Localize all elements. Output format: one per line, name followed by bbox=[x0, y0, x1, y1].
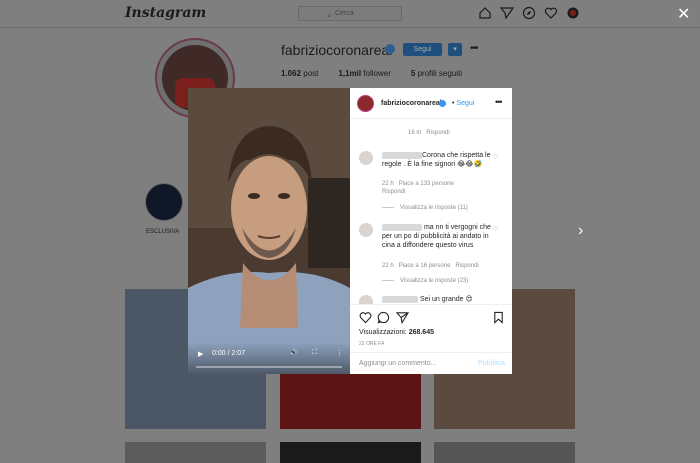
post-options-icon[interactable]: ••• bbox=[495, 97, 503, 107]
reply-link[interactable]: Rispondi bbox=[426, 130, 449, 136]
following-count[interactable]: 5 profili seguiti bbox=[411, 69, 462, 78]
reply-link[interactable]: Rispondi bbox=[455, 263, 478, 269]
profile-suggestions-button[interactable]: ▾ bbox=[448, 43, 462, 56]
next-post-arrow-icon[interactable]: › bbox=[578, 222, 583, 240]
story-highlight-label: ESCLUSIVA bbox=[146, 229, 180, 235]
grid-post-6[interactable] bbox=[434, 442, 575, 463]
profile-icon[interactable] bbox=[566, 6, 580, 20]
explore-icon[interactable] bbox=[522, 6, 536, 20]
story-highlight[interactable] bbox=[145, 183, 183, 221]
comments-list: 16 m Rispondi Corona che rispetta le reg… bbox=[350, 119, 512, 304]
video-more-icon[interactable]: ⋮ bbox=[336, 349, 343, 357]
followers-count[interactable]: 1,1mil follower bbox=[338, 69, 391, 78]
comment-like-icon[interactable]: ♡ bbox=[492, 225, 498, 233]
comment-meta: 22 h Piace a 133 persone bbox=[382, 181, 454, 187]
save-icon[interactable] bbox=[492, 311, 505, 324]
activity-icon[interactable] bbox=[544, 6, 558, 20]
nav-icons bbox=[478, 6, 580, 20]
post-follow-button[interactable]: • Segui bbox=[452, 100, 474, 107]
view-replies-link[interactable]: Visualizza le risposte (23) bbox=[382, 278, 468, 284]
video-time: 0:00 / 2:07 bbox=[212, 350, 246, 357]
comment-text: Sei un grande 😍 bbox=[382, 295, 497, 304]
comment-form: Pubblica bbox=[350, 352, 512, 375]
grid-post-5[interactable] bbox=[280, 442, 421, 463]
posts-count: 1.062 post bbox=[281, 69, 319, 78]
comment-like-icon[interactable]: ♡ bbox=[492, 153, 498, 161]
comment-input[interactable] bbox=[359, 360, 469, 367]
comment-meta: 22 h Piace a 16 persone Rispondi bbox=[382, 263, 479, 269]
grid-post-4[interactable] bbox=[125, 442, 266, 463]
profile-more-icon[interactable]: ••• bbox=[470, 43, 478, 54]
like-icon[interactable] bbox=[359, 311, 372, 324]
comment-avatar[interactable] bbox=[359, 295, 373, 304]
video-controls: ▶ 0:00 / 2:07 🔊 ⛶ ⋮ bbox=[188, 342, 350, 374]
fullscreen-icon[interactable]: ⛶ bbox=[312, 349, 317, 357]
view-replies-link[interactable]: Visualizza le risposte (11) bbox=[382, 205, 468, 211]
blurred-username bbox=[382, 151, 422, 159]
comment-text: ma nn ti vergogni che per un po di pubbl… bbox=[382, 223, 491, 249]
top-navigation-bar: Instagram ⌕ Cerca bbox=[0, 0, 700, 28]
post-author-avatar[interactable] bbox=[357, 95, 374, 112]
video-progress-bar[interactable] bbox=[196, 366, 342, 368]
blurred-username bbox=[382, 223, 422, 231]
verified-badge-icon bbox=[439, 100, 446, 107]
profile-stats: 1.062 post 1,1mil follower 5 profili seg… bbox=[281, 69, 462, 78]
search-icon: ⌕ bbox=[327, 11, 332, 20]
comment-text: Corona che rispetta le regole . È la fin… bbox=[382, 151, 491, 168]
post-header: fabriziocoronareal • Segui ••• bbox=[350, 88, 512, 119]
verified-badge-icon bbox=[385, 44, 395, 54]
post-author-username[interactable]: fabriziocoronareal bbox=[381, 100, 442, 107]
post-timestamp[interactable]: 22 ORE FA bbox=[359, 341, 384, 347]
direct-icon[interactable] bbox=[499, 6, 515, 20]
reply-link[interactable]: Rispondi bbox=[382, 189, 405, 195]
post-video[interactable] bbox=[188, 88, 350, 374]
comment-icon[interactable] bbox=[377, 311, 390, 324]
comment-avatar[interactable] bbox=[359, 223, 373, 237]
close-modal-icon[interactable]: ✕ bbox=[677, 7, 690, 23]
search-box[interactable]: ⌕ Cerca bbox=[298, 6, 402, 21]
home-icon[interactable] bbox=[478, 6, 492, 20]
play-icon[interactable]: ▶ bbox=[198, 350, 203, 358]
instagram-logo[interactable]: Instagram bbox=[125, 5, 206, 21]
post-side-panel: fabriziocoronareal • Segui ••• 16 m Rispo… bbox=[350, 88, 512, 374]
volume-icon[interactable]: 🔊 bbox=[289, 349, 298, 357]
profile-follow-button[interactable]: Segui bbox=[403, 43, 442, 56]
video-frame bbox=[188, 88, 350, 374]
share-icon[interactable] bbox=[395, 311, 410, 325]
search-placeholder: Cerca bbox=[335, 10, 354, 17]
views-count[interactable]: Visualizzazioni: 268.645 bbox=[359, 329, 434, 336]
blurred-username bbox=[382, 295, 418, 303]
profile-username: fabriziocoronareal bbox=[281, 42, 393, 58]
comment-avatar[interactable] bbox=[359, 151, 373, 165]
publish-button[interactable]: Pubblica bbox=[478, 360, 505, 367]
post-actions: Visualizzazioni: 268.645 22 ORE FA Pubbl… bbox=[350, 304, 512, 374]
first-comment-meta: 16 m Rispondi bbox=[408, 130, 450, 136]
